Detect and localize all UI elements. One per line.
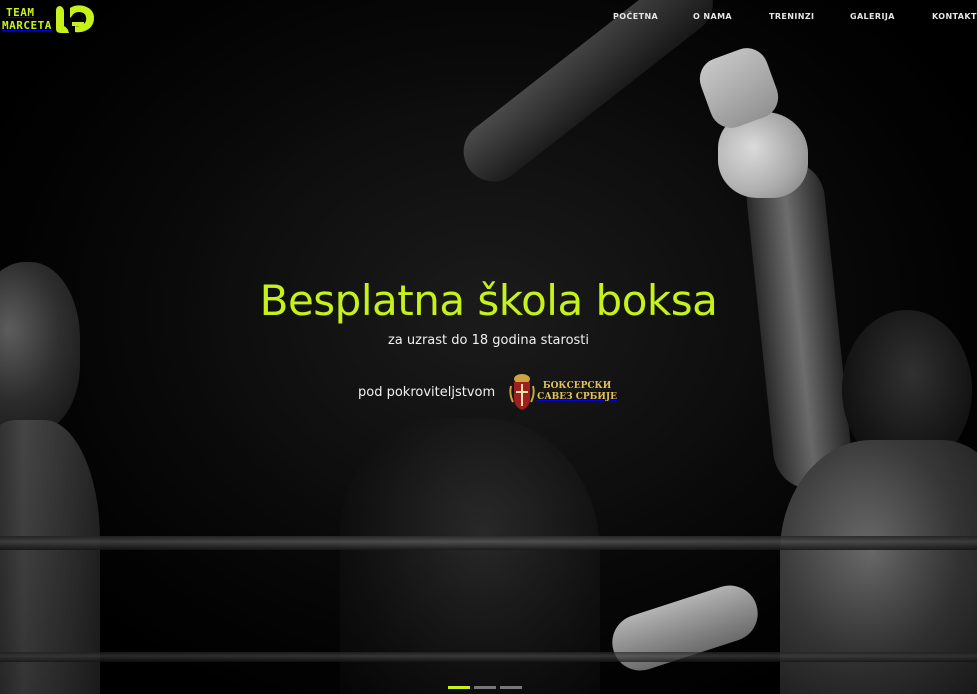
hero-title: Besplatna škola boksa bbox=[259, 276, 718, 325]
logo-mark-icon bbox=[55, 5, 94, 33]
nav-item-galerija[interactable]: GALERIJA bbox=[850, 12, 895, 21]
nav-item-kontakt[interactable]: KONTAKT bbox=[932, 12, 977, 21]
federation-line1: БОКСЕРСКИ bbox=[542, 381, 612, 391]
federation-crest-icon bbox=[509, 374, 535, 410]
patronage-row: pod pokroviteljstvom БОКСЕРСКИ САВЕЗ СРБ… bbox=[358, 372, 617, 412]
team-marceta-logo[interactable]: TEAM MARCETA bbox=[2, 2, 96, 36]
logo-line-team: TEAM bbox=[6, 6, 35, 19]
logo-text: TEAM MARCETA bbox=[2, 6, 52, 32]
patron-label: pod pokroviteljstvom bbox=[358, 384, 496, 400]
federation-line2: САВЕЗ СРБИЈЕ bbox=[537, 392, 617, 402]
slide-indicator-3[interactable] bbox=[500, 686, 522, 689]
slide-indicator-2[interactable] bbox=[474, 686, 496, 689]
slide-indicator-1[interactable] bbox=[448, 686, 470, 689]
logo-line-marceta: MARCETA bbox=[2, 19, 52, 32]
nav-item-pocetna[interactable]: POČETNA bbox=[613, 12, 658, 21]
nav-item-o-nama[interactable]: O NAMA bbox=[693, 12, 732, 21]
hero-subtitle: za uzrast do 18 godina starosti bbox=[387, 333, 590, 348]
nav-item-treninzi[interactable]: TRENINZI bbox=[769, 12, 814, 21]
boxing-federation-logo[interactable]: БОКСЕРСКИ САВЕЗ СРБИЈЕ bbox=[509, 372, 617, 412]
federation-text: БОКСЕРСКИ САВЕЗ СРБИЈЕ bbox=[537, 381, 617, 403]
slider-indicators bbox=[448, 686, 526, 689]
